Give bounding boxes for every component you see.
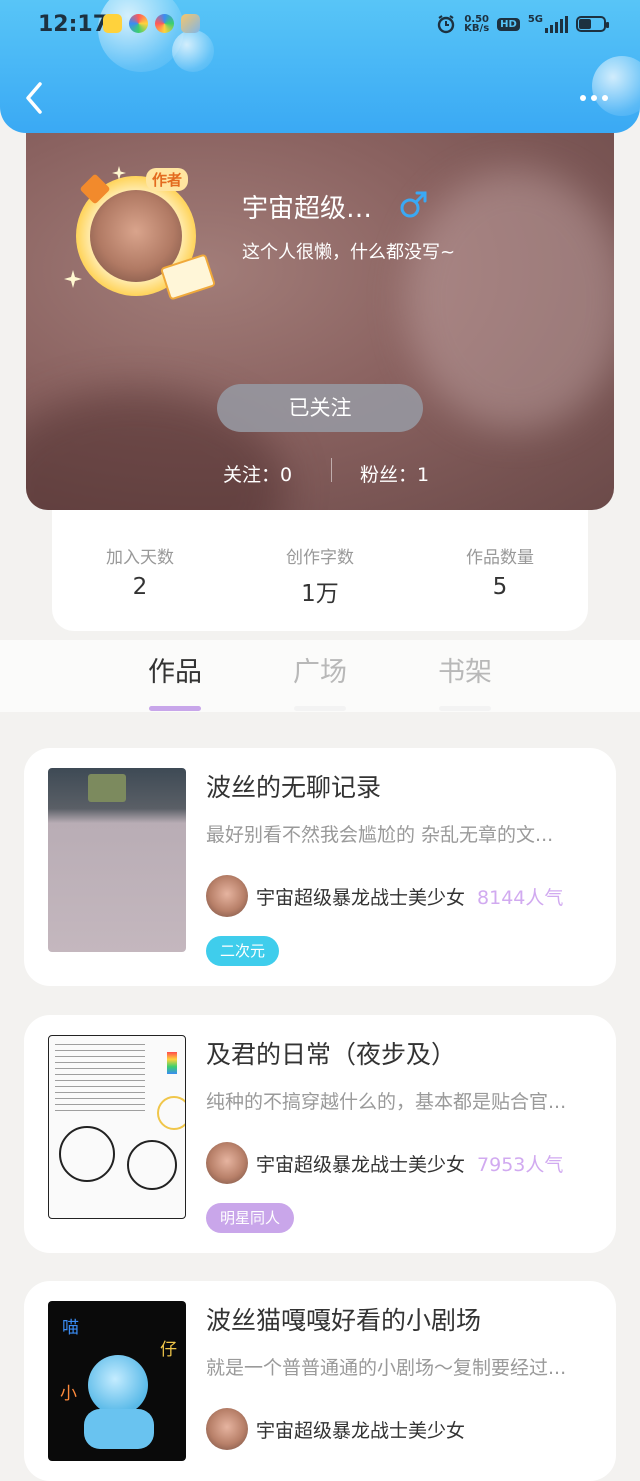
cover-text: 喵	[62, 1318, 79, 1338]
following-value: 0	[280, 464, 293, 486]
stat-value: 5	[492, 574, 508, 600]
tab-square[interactable]: 广场	[260, 650, 380, 711]
tab-indicator	[294, 706, 346, 711]
work-cover-image	[48, 768, 186, 952]
work-author-row: 宇宙超级暴龙战士美少女 8144人气	[206, 874, 563, 918]
work-title: 波丝的无聊记录	[206, 773, 382, 802]
category-tag[interactable]: 二次元	[206, 936, 280, 966]
tab-indicator	[149, 706, 201, 711]
tab-works[interactable]: 作品	[115, 650, 235, 711]
fans-label: 粉丝：	[360, 464, 418, 486]
stat-join-days: 加入天数 2	[65, 543, 215, 600]
work-title: 波丝猫嘎嘎好看的小剧场	[206, 1306, 482, 1335]
chevron-left-icon	[26, 82, 42, 114]
more-dots-icon	[580, 95, 586, 101]
sparkle-icon	[64, 270, 82, 288]
tab-label: 作品	[148, 657, 202, 688]
avatar[interactable]: 作者	[64, 166, 217, 306]
work-description: 纯种的不搞穿越什么的，基本都是贴合官...	[206, 1091, 567, 1113]
back-button[interactable]	[20, 80, 52, 116]
follow-counts: 关注：0 粉丝：1	[26, 456, 614, 486]
tab-bookshelf[interactable]: 书架	[405, 650, 525, 711]
work-description: 就是一个普普通通的小剧场～复制要经过...	[206, 1357, 567, 1379]
stat-word-count: 创作字数 1万	[245, 543, 395, 608]
author-name: 宇宙超级暴龙战士美少女	[256, 886, 466, 909]
stat-value: 2	[132, 574, 148, 600]
work-cover-image: 喵 仔 小	[48, 1301, 186, 1461]
more-dots-icon	[591, 95, 597, 101]
fans-value: 1	[417, 464, 430, 486]
work-card[interactable]: 及君的日常（夜步及） 纯种的不搞穿越什么的，基本都是贴合官... 宇宙超级暴龙战…	[24, 1015, 616, 1253]
stats-card: 加入天数 2 创作字数 1万 作品数量 5	[52, 505, 588, 631]
male-symbol-icon	[400, 191, 427, 218]
notification-icons	[103, 14, 200, 33]
divider	[331, 458, 332, 482]
fans-count[interactable]: 粉丝：1	[360, 460, 429, 487]
app-notification-icon	[155, 14, 174, 33]
stat-label: 加入天数	[106, 548, 174, 568]
cover-text: 小	[60, 1384, 77, 1404]
app-notification-icon	[103, 14, 122, 33]
net-speed-unit: KB/s	[464, 23, 490, 34]
popularity-count: 8144人气	[477, 886, 564, 909]
work-card[interactable]: 喵 仔 小 波丝猫嘎嘎好看的小剧场 就是一个普普通通的小剧场～复制要经过... …	[24, 1281, 616, 1481]
more-dots-icon	[602, 95, 608, 101]
author-name: 宇宙超级暴龙战士美少女	[256, 1419, 466, 1442]
status-indicators: 0.50 KB/s HD 5G	[436, 14, 609, 34]
top-header: 12:17 0.50 KB/s HD 5G	[0, 0, 640, 133]
cover-text: 仔	[160, 1340, 177, 1360]
cell-signal: 5G	[528, 15, 568, 33]
tab-indicator	[439, 706, 491, 711]
net-speed: 0.50 KB/s	[464, 15, 490, 34]
work-author-row: 宇宙超级暴龙战士美少女 7953人气	[206, 1141, 563, 1185]
followed-button[interactable]: 已关注	[217, 384, 423, 432]
author-name: 宇宙超级暴龙战士美少女	[256, 1153, 466, 1176]
user-bio: 这个人很懒，什么都没写~	[242, 242, 456, 263]
tab-label: 书架	[438, 657, 492, 688]
popularity-count: 7953人气	[477, 1153, 564, 1176]
network-type: 5G	[527, 14, 543, 25]
status-time: 12:17	[38, 12, 109, 37]
following-label: 关注：	[223, 464, 281, 486]
author-avatar	[206, 1142, 248, 1184]
user-nickname: 宇宙超级…	[242, 194, 373, 224]
work-author-row: 宇宙超级暴龙战士美少女	[206, 1407, 465, 1451]
background-blur	[406, 170, 614, 430]
tab-label: 广场	[293, 657, 347, 688]
work-cover-image	[48, 1035, 186, 1219]
sparkle-icon	[112, 166, 126, 180]
stat-label: 创作字数	[286, 548, 354, 568]
signal-bars-icon	[545, 15, 568, 33]
author-avatar	[206, 1408, 248, 1450]
work-title: 及君的日常（夜步及）	[206, 1040, 457, 1069]
following-count[interactable]: 关注：0	[223, 460, 292, 487]
category-tag[interactable]: 明星同人	[206, 1203, 295, 1233]
stat-value: 1万	[301, 581, 339, 607]
profile-card: 作者 宇宙超级… 这个人很懒，什么都没写~ 已关注 关注：0 粉丝：1	[26, 110, 614, 510]
gallery-notification-icon	[181, 14, 200, 33]
stat-works-count: 作品数量 5	[425, 543, 575, 600]
tab-bar: 作品 广场 书架	[0, 640, 640, 712]
more-options-button[interactable]	[574, 88, 614, 108]
status-bar: 12:17 0.50 KB/s HD 5G	[0, 0, 640, 50]
stat-label: 作品数量	[466, 548, 534, 568]
hd-badge: HD	[497, 17, 520, 31]
work-card[interactable]: 波丝的无聊记录 最好别看不然我会尴尬的 杂乱无章的文... 宇宙超级暴龙战士美少…	[24, 748, 616, 986]
author-badge: 作者	[146, 168, 189, 191]
alarm-clock-icon	[437, 15, 455, 34]
author-avatar	[206, 875, 248, 917]
work-description: 最好别看不然我会尴尬的 杂乱无章的文...	[206, 824, 554, 846]
battery-icon	[576, 16, 609, 32]
app-notification-icon	[129, 14, 148, 33]
